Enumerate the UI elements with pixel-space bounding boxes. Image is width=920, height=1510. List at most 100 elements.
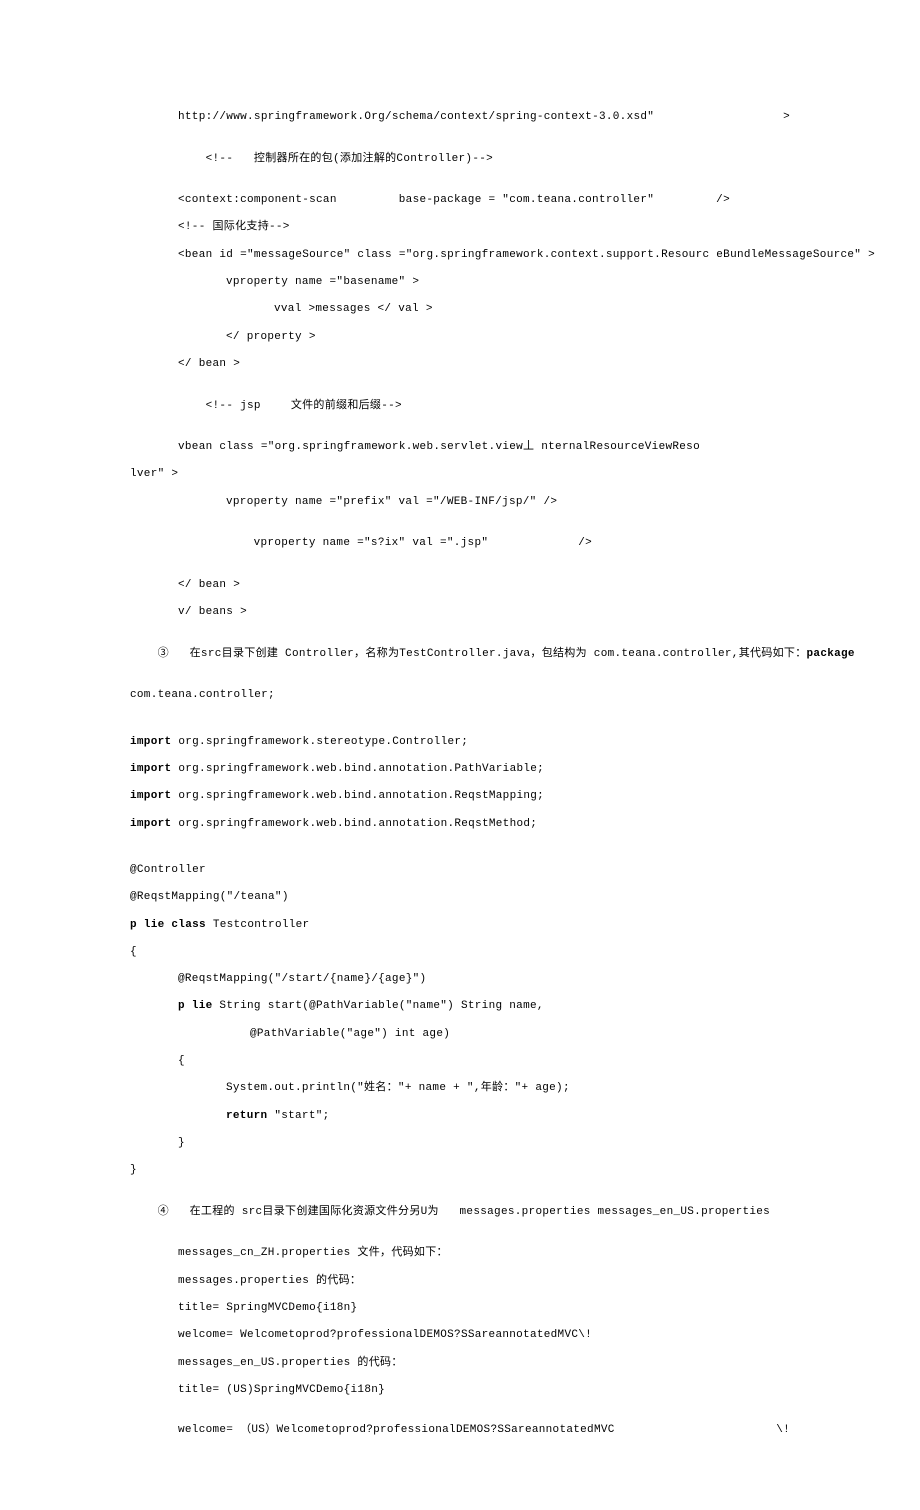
text: welcome= Welcometoprod?professionalDEMOS… [178, 1329, 592, 1341]
text: "start"; [274, 1110, 329, 1122]
text: Controller)--> [396, 153, 493, 165]
code-line: welcome= Welcometoprod?professionalDEMOS… [130, 1328, 790, 1342]
code-line: { [130, 1054, 790, 1068]
text: ③ 在 [158, 648, 201, 660]
text: vproperty name ="s?ix" val =".jsp" [254, 537, 489, 549]
code-line: import org.springframework.web.bind.anno… [130, 817, 790, 831]
code-line: <!-- 控制器所在的包(添加注解的Controller)--> [130, 137, 790, 180]
code-line: v/ beans > [130, 605, 790, 619]
code-line: import org.springframework.stereotype.Co… [130, 735, 790, 749]
text: </ bean > [178, 579, 240, 591]
code-line: </ bean > [130, 578, 790, 592]
code-line: title= SpringMVCDemo{i18n} [130, 1301, 790, 1315]
code-line: messages_cn_ZH.properties 文件，代码如下： [130, 1246, 790, 1260]
text: } [178, 1137, 185, 1149]
code-line: welcome= （US）Welcometoprod?professionalD… [130, 1423, 790, 1437]
code-line: <bean id ="messageSource" class ="org.sp… [130, 248, 790, 262]
text-bold: package [807, 648, 855, 660]
text: <!-- 国际化支持--> [178, 221, 290, 233]
text: messages.properties 的代码： [178, 1275, 361, 1287]
text-line: ③ 在src目录下创建 Controller，名称为TestController… [130, 633, 790, 676]
text: System.out.println("姓名："+ name + ",年龄："+… [226, 1082, 570, 1094]
text: } [130, 1164, 137, 1176]
text: 目录下创建 Controller，名称为 [222, 648, 400, 660]
text: messages.properties messages_en_US.prope… [439, 1206, 770, 1218]
text: http://www.springframework.Org/schema/co… [178, 110, 654, 124]
document-page: http://www.springframework.Org/schema/co… [0, 0, 920, 1510]
text: @Controller [130, 864, 206, 876]
code-line: @PathVariable("age") int age) [130, 1027, 790, 1041]
text-bold: import [130, 818, 171, 830]
text: /> [578, 537, 592, 549]
text: </ bean > [178, 358, 240, 370]
text: messages_cn_ZH.properties 文件，代码如下： [178, 1247, 448, 1259]
text-bold: return [226, 1110, 274, 1122]
text: lver" > [130, 468, 178, 480]
text: org.springframework.web.bind.annotation.… [171, 763, 544, 775]
code-line: com.teana.controller; [130, 688, 790, 702]
text: { [178, 1055, 185, 1067]
code-line: } [130, 1163, 790, 1177]
code-line: } [130, 1136, 790, 1150]
text: ，包结构为 com.teana.controller,其代码如下： [530, 648, 806, 660]
text-bold: p lie class [130, 919, 213, 931]
code-line: title= (US)SpringMVCDemo{i18n} [130, 1383, 790, 1397]
code-line: vbean class ="org.springframework.web.se… [130, 440, 790, 454]
code-line: import org.springframework.web.bind.anno… [130, 789, 790, 803]
code-line: @ReqstMapping("/teana") [130, 890, 790, 904]
text: welcome= （US）Welcometoprod?professionalD… [178, 1423, 615, 1437]
text: /> [716, 193, 730, 207]
code-line: </ property > [130, 330, 790, 344]
text-line: ④ 在工程的 src目录下创建国际化资源文件分另U为 messages.prop… [130, 1190, 790, 1233]
text: vproperty name ="prefix" val ="/WEB-INF/… [226, 496, 557, 508]
code-line: System.out.println("姓名："+ name + ",年龄："+… [130, 1081, 790, 1095]
code-line: return "start"; [130, 1109, 790, 1123]
text: { [130, 946, 137, 958]
text: \! [776, 1423, 790, 1437]
text: org.springframework.web.bind.annotation.… [171, 790, 544, 802]
text: vval >messages </ val > [274, 303, 433, 315]
code-line: messages.properties 的代码： [130, 1274, 790, 1288]
code-line: @Controller [130, 863, 790, 877]
text: TestController.java [399, 648, 530, 660]
code-line: <context:component-scan base-package = "… [130, 193, 790, 207]
text: v/ beans > [178, 606, 247, 618]
text: base-package = "com.teana.controller" [399, 193, 654, 207]
text: </ property > [226, 331, 316, 343]
text: ④ 在工程的 src目录下创建国际化资源文件分另U为 [158, 1206, 439, 1218]
text: title= (US)SpringMVCDemo{i18n} [178, 1384, 385, 1396]
text: org.springframework.web.bind.annotation.… [171, 818, 537, 830]
text-bold: import [130, 763, 171, 775]
text: <bean id ="messageSource" class ="org.sp… [178, 249, 875, 261]
code-line: p lie String start(@PathVariable("name")… [130, 999, 790, 1013]
text: Testcontroller [213, 919, 310, 931]
text: @ReqstMapping("/teana") [130, 891, 289, 903]
code-line: </ bean > [130, 357, 790, 371]
code-line: import org.springframework.web.bind.anno… [130, 762, 790, 776]
text-bold: import [130, 790, 171, 802]
code-line: http://www.springframework.Org/schema/co… [130, 110, 790, 124]
text: String start(@PathVariable("name") Strin… [219, 1000, 543, 1012]
text: src [201, 648, 222, 660]
code-line: vproperty name ="prefix" val ="/WEB-INF/… [130, 495, 790, 509]
code-line: p lie class Testcontroller [130, 918, 790, 932]
text: vproperty name ="basename" > [226, 276, 419, 288]
code-line: <!-- 国际化支持--> [130, 220, 790, 234]
code-line: vproperty name ="s?ix" val =".jsp" /> [130, 522, 790, 565]
text: > [783, 110, 790, 124]
code-line: <!-- jsp文件的前缀和后缀--> [130, 384, 790, 427]
code-line: messages_en_US.properties 的代码： [130, 1356, 790, 1370]
code-line: lver" > [130, 467, 790, 481]
text-bold: p lie [178, 1000, 219, 1012]
text: <context:component-scan [178, 193, 337, 207]
code-line: @ReqstMapping("/start/{name}/{age}") [130, 972, 790, 986]
text: title= SpringMVCDemo{i18n} [178, 1302, 357, 1314]
text: messages_en_US.properties 的代码： [178, 1357, 403, 1369]
text: com.teana.controller; [130, 689, 275, 701]
text: org.springframework.stereotype.Controlle… [171, 736, 468, 748]
text-bold: import [130, 736, 171, 748]
code-line: { [130, 945, 790, 959]
code-line: vval >messages </ val > [130, 302, 790, 316]
text: vbean class ="org.springframework.web.se… [178, 441, 700, 453]
text: 文件的前缀和后缀--> [291, 400, 402, 412]
